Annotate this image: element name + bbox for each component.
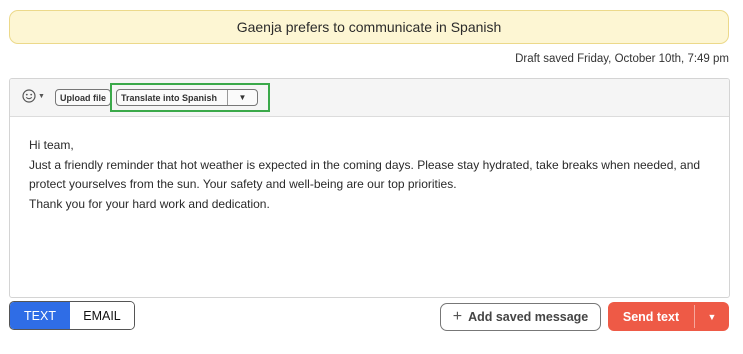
add-saved-message-label: Add saved message xyxy=(468,310,589,324)
message-body[interactable]: Hi team, Just a friendly reminder that h… xyxy=(10,117,710,214)
message-line: Thank you for your hard work and dedicat… xyxy=(29,196,270,211)
emoji-picker-button[interactable]: ▼ xyxy=(22,89,45,103)
message-composer: ▼ Upload file Translate into Spanish ▼ H… xyxy=(9,78,730,298)
dropdown-caret-icon[interactable]: ▼ xyxy=(227,90,257,105)
chevron-down-icon: ▼ xyxy=(38,92,45,100)
smiley-face-icon xyxy=(22,89,36,103)
plus-icon: + xyxy=(452,308,463,325)
upload-file-button[interactable]: Upload file xyxy=(55,89,112,106)
language-preference-banner: Gaenja prefers to communicate in Spanish xyxy=(9,10,729,44)
message-line: Just a friendly reminder that hot weathe… xyxy=(29,157,701,192)
draft-saved-status: Draft saved Friday, October 10th, 7:49 p… xyxy=(515,53,729,65)
text-mode-button[interactable]: TEXT xyxy=(10,302,70,329)
banner-text: Gaenja prefers to communicate in Spanish xyxy=(236,19,502,35)
email-mode-button[interactable]: EMAIL xyxy=(70,302,134,329)
send-button-group: Send text ▼ xyxy=(608,302,729,331)
composer-toolbar: ▼ Upload file Translate into Spanish ▼ xyxy=(10,79,729,117)
translate-label: Translate into Spanish xyxy=(121,92,218,103)
channel-mode-toggle: TEXT EMAIL xyxy=(9,301,135,330)
add-saved-message-button[interactable]: + Add saved message xyxy=(440,303,601,331)
translate-dropdown[interactable]: Translate into Spanish ▼ xyxy=(116,89,258,106)
send-options-caret-icon[interactable]: ▼ xyxy=(695,302,729,331)
message-line: Hi team, xyxy=(29,138,74,152)
send-text-button[interactable]: Send text xyxy=(608,302,694,331)
